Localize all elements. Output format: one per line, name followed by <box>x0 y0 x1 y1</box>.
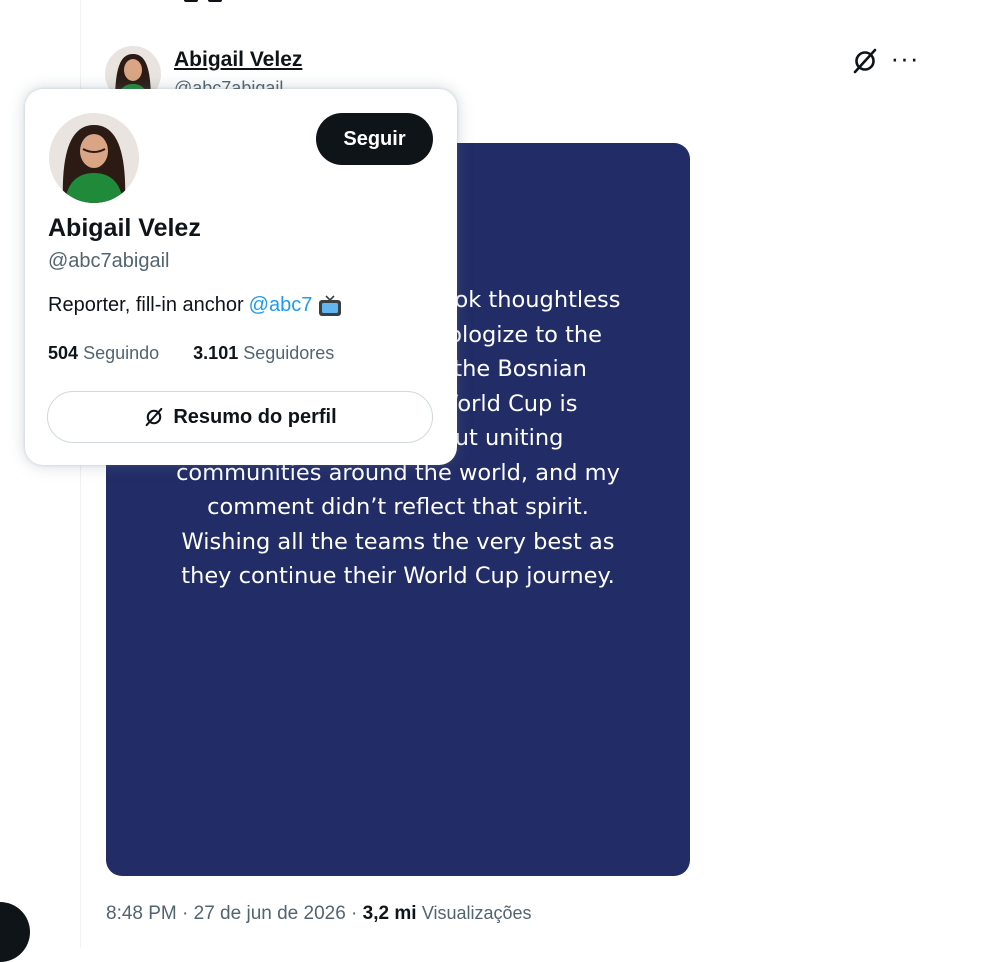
hovercard-stats: 504 Seguindo 3.101 Seguidores <box>48 343 334 364</box>
profile-summary-label: Resumo do perfil <box>173 405 337 428</box>
follow-button[interactable]: Seguir <box>316 113 433 165</box>
following-link[interactable]: 504 Seguindo <box>48 343 159 363</box>
floating-action-button[interactable] <box>0 902 30 962</box>
grok-icon <box>145 407 163 427</box>
grok-icon[interactable] <box>850 46 880 76</box>
followers-link[interactable]: 3.101 Seguidores <box>193 343 334 363</box>
bio-mention-link[interactable]: @abc7 <box>249 294 313 317</box>
followers-label: Seguidores <box>243 343 335 363</box>
clipped-heading-fragment <box>184 0 254 4</box>
author-name[interactable]: Abigail Velez <box>174 48 302 72</box>
views-count: 3,2 mi <box>362 903 417 924</box>
hovercard-avatar[interactable] <box>49 113 139 203</box>
post-metadata: 8:48 PM · 27 de jun de 2026 · 3,2 mi Vis… <box>106 903 532 925</box>
following-count: 504 <box>48 343 79 363</box>
profile-hovercard: Seguir Abigail Velez @abc7abigail Report… <box>25 89 457 465</box>
views-label: Visualizações <box>421 903 532 923</box>
followers-count: 3.101 <box>193 343 239 363</box>
bio-text: Reporter, fill-in anchor <box>48 294 244 316</box>
more-icon[interactable]: ··· <box>888 45 922 76</box>
hovercard-handle[interactable]: @abc7abigail <box>48 250 170 273</box>
post-timestamp[interactable]: 8:48 PM · 27 de jun de 2026 · <box>106 903 363 924</box>
tv-icon <box>318 294 342 317</box>
profile-summary-button[interactable]: Resumo do perfil <box>47 391 433 443</box>
hovercard-name[interactable]: Abigail Velez <box>48 214 201 243</box>
hovercard-bio: Reporter, fill-in anchor @abc7 <box>48 294 342 317</box>
following-label: Seguindo <box>83 343 160 363</box>
